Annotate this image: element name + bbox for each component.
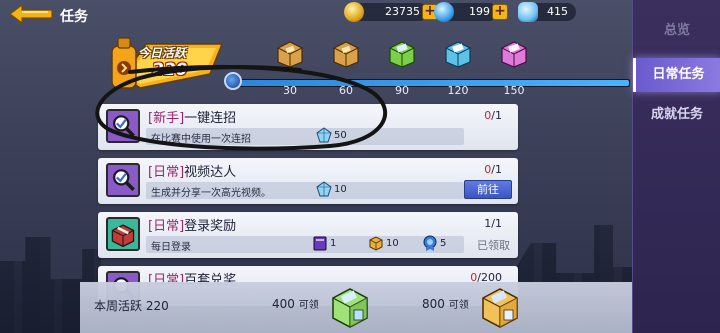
progress-total: /1 <box>491 163 502 176</box>
weekly-reward-400: 400 可领 <box>272 296 319 311</box>
gold-coin-icon <box>344 2 364 22</box>
milestone-chest-150[interactable]: 150 <box>496 38 532 97</box>
reward-amount: 1 <box>330 238 337 249</box>
top-bar: 任务 23735 + 199 + 415 <box>0 0 632 28</box>
milestone-chest-60[interactable]: 60 <box>328 38 364 97</box>
weekly-reward-amount: 800 <box>422 297 445 311</box>
task-reward: 1 <box>312 235 336 253</box>
weekly-reward-claimable: 可领 <box>448 300 469 311</box>
gift-box-task-icon <box>106 217 140 251</box>
reward-amount: 5 <box>440 238 447 249</box>
tab-achievement-tasks[interactable]: 成就任务 <box>633 98 720 132</box>
task-name: 视频达人 <box>184 165 237 180</box>
weekly-reward-claimable: 可领 <box>298 300 319 311</box>
task-desc-background <box>146 236 464 253</box>
milestone-label: 150 <box>503 84 525 97</box>
green-chest-icon <box>389 41 415 68</box>
task-row[interactable]: [日常]视频达人 生成并分享一次高光视频。 10 0/1 前往 <box>98 158 518 204</box>
back-button[interactable] <box>8 3 56 25</box>
tab-daily-tasks[interactable]: 日常任务 <box>633 58 720 92</box>
blue-gem-icon <box>434 2 454 22</box>
activity-title: 今日活跃 <box>138 46 187 60</box>
task-reward: 5 <box>422 235 446 253</box>
task-title: [新手]一键连招 <box>148 107 236 126</box>
crystal-icon <box>518 2 538 22</box>
gold-chest-icon <box>333 41 359 68</box>
task-row[interactable]: [日常]登录奖励 每日登录 1 10 5 1/1 已领取 <box>98 212 518 258</box>
crystal-icon <box>316 127 332 143</box>
task-description: 每日登录 <box>151 242 191 253</box>
crystal-icon <box>316 181 332 197</box>
milestone-label: 30 <box>283 84 297 97</box>
weekly-gold-chest-icon[interactable] <box>480 284 520 328</box>
task-tag: [新手] <box>148 111 185 126</box>
milestone-chest-90[interactable]: 90 <box>384 38 420 97</box>
milestone-chest-120[interactable]: 120 <box>440 38 476 97</box>
gold-amount: 23735 <box>385 5 420 18</box>
diamond-amount: 199 <box>469 5 490 18</box>
side-nav: 总览 日常任务 成就任务 <box>632 0 720 333</box>
blue-medal-icon <box>423 235 437 251</box>
task-progress: 1/1 <box>484 217 502 230</box>
page-title: 任务 <box>60 9 88 25</box>
reward-amount: 50 <box>334 130 347 141</box>
tab-overview[interactable]: 总览 <box>633 14 720 48</box>
gold-box-icon <box>369 236 383 251</box>
task-progress: 0/1 <box>484 109 502 122</box>
activity-value: 220 <box>152 60 188 80</box>
add-diamond-button[interactable]: + <box>492 4 508 20</box>
reward-amount: 10 <box>386 238 399 249</box>
task-row[interactable]: [新手]一键连招 在比赛中使用一次连招 50 0/1 <box>98 104 518 150</box>
task-reward: 10 <box>368 235 399 253</box>
task-reward: 10 <box>316 181 347 199</box>
progress-total: /1 <box>491 109 502 122</box>
back-arrow-icon <box>9 3 53 25</box>
milestone-label: 120 <box>447 84 469 97</box>
gold-currency: 23735 + <box>344 2 438 22</box>
crystal-amount: 415 <box>547 5 568 18</box>
task-name: 一键连招 <box>184 111 237 126</box>
gold-chest-icon <box>277 41 303 68</box>
activity-start-medal-icon <box>224 72 242 90</box>
task-tag: [日常] <box>148 165 185 180</box>
weekly-reward-800: 800 可领 <box>422 296 469 311</box>
magnifier-task-icon <box>106 163 140 197</box>
weekly-green-chest-icon[interactable] <box>330 284 370 328</box>
go-button[interactable]: 前往 <box>464 180 512 199</box>
weekly-activity-label: 本周活跃 220 <box>94 299 169 313</box>
magnifier-task-icon <box>106 109 140 143</box>
milestone-chest-30[interactable]: 30 <box>272 38 308 97</box>
task-title: [日常]视频达人 <box>148 161 236 180</box>
progress-total: /1 <box>491 217 502 230</box>
diamond-currency: 199 + <box>434 2 508 22</box>
task-reward: 50 <box>316 127 347 145</box>
task-title: [日常]登录奖励 <box>148 215 236 234</box>
task-tag: [日常] <box>148 219 185 234</box>
blue-chest-icon <box>445 41 471 68</box>
purple-book-icon <box>313 236 327 251</box>
weekly-reward-amount: 400 <box>272 297 295 311</box>
daily-activity-panel: 今日活跃 220 30 60 90 120 150 <box>100 30 630 100</box>
claimed-status: 已领取 <box>477 239 510 252</box>
task-description: 在比赛中使用一次连招 <box>151 134 251 145</box>
task-description: 生成并分享一次高光视频。 <box>151 188 271 199</box>
milestone-label: 90 <box>395 84 409 97</box>
task-name: 登录奖励 <box>184 219 237 234</box>
reward-amount: 10 <box>334 184 347 195</box>
pink-chest-icon <box>501 41 527 68</box>
task-progress: 0/1 <box>484 163 502 176</box>
weekly-activity-bar: 本周活跃 220 400 可领 800 可领 <box>80 282 632 333</box>
crystal-currency: 415 <box>518 2 576 22</box>
milestone-label: 60 <box>339 84 353 97</box>
